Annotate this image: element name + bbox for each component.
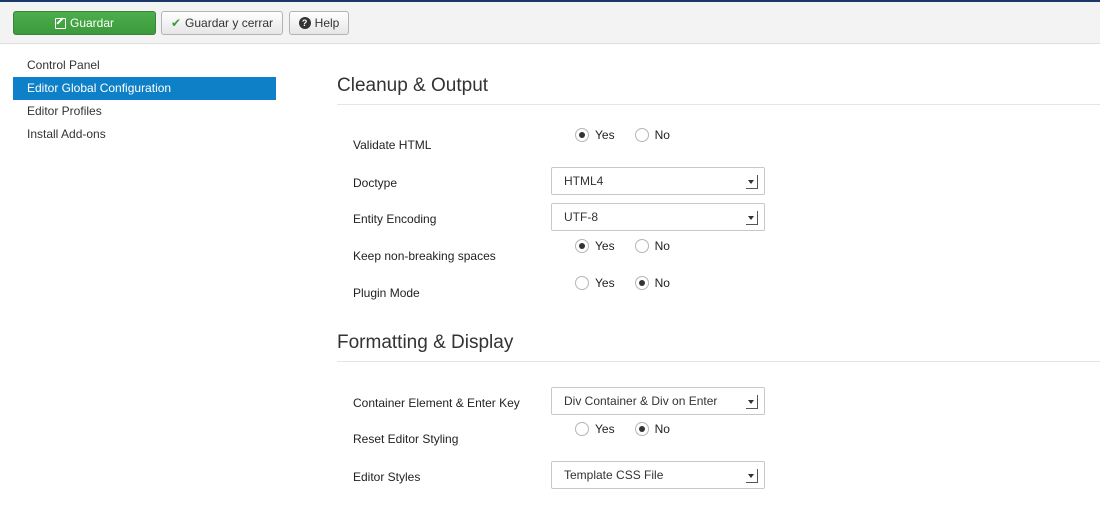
keep-nbsp-no-radio[interactable] [634, 239, 649, 253]
reset-styling-no-radio[interactable] [634, 422, 649, 436]
editor-styles-select[interactable]: Template CSS File [551, 461, 765, 489]
question-circle-icon: ? [298, 17, 311, 29]
doctype-select[interactable]: HTML4 [551, 167, 765, 195]
keep-nbsp-yes-radio[interactable] [575, 239, 589, 253]
container-element-label: Container Element & Enter Key [353, 396, 520, 410]
reset-styling-label: Reset Editor Styling [353, 432, 459, 446]
keep-nbsp-yes-option[interactable]: Yes [575, 239, 615, 253]
save-and-close-button[interactable]: ✔ Guardar y cerrar [161, 11, 283, 35]
section-divider [337, 361, 1100, 362]
validate-html-row: Validate HTML Yes No [353, 128, 1100, 158]
sidebar-item-install-add-ons[interactable]: Install Add-ons [13, 123, 276, 146]
reset-styling-no-label: No [654, 422, 670, 436]
plugin-mode-no-option[interactable]: No [634, 276, 670, 290]
validate-html-radio-group: Yes No [575, 128, 690, 142]
dropdown-arrow-icon [746, 175, 758, 189]
reset-styling-row: Reset Editor Styling Yes No [353, 422, 1100, 452]
dropdown-arrow-icon [746, 469, 758, 483]
doctype-value: HTML4 [564, 174, 604, 188]
plugin-mode-yes-option[interactable]: Yes [575, 276, 615, 290]
sidebar-item-editor-global-configuration[interactable]: Editor Global Configuration [13, 77, 276, 100]
plugin-mode-no-radio[interactable] [634, 276, 649, 290]
editor-styles-label: Editor Styles [353, 470, 421, 484]
reset-styling-yes-radio[interactable] [575, 422, 589, 436]
validate-html-yes-label: Yes [595, 128, 615, 142]
reset-styling-no-option[interactable]: No [634, 422, 670, 436]
validate-html-yes-radio[interactable] [575, 128, 589, 142]
help-label: Help [314, 16, 340, 30]
reset-styling-yes-label: Yes [595, 422, 615, 436]
save-button-label: Guardar [69, 16, 115, 30]
sidebar-nav: Control Panel Editor Global Configuratio… [13, 54, 276, 146]
save-and-close-label: Guardar y cerrar [185, 16, 274, 30]
reset-styling-radio-group: Yes No [575, 422, 690, 436]
validate-html-label: Validate HTML [353, 138, 432, 152]
validate-html-no-label: No [654, 128, 670, 142]
validate-html-yes-option[interactable]: Yes [575, 128, 615, 142]
section-title-cleanup: Cleanup & Output [337, 75, 489, 96]
sidebar-item-control-panel[interactable]: Control Panel [13, 54, 276, 77]
entity-encoding-value: UTF-8 [564, 210, 598, 224]
entity-encoding-label: Entity Encoding [353, 212, 437, 226]
keep-nbsp-radio-group: Yes No [575, 239, 690, 253]
main-content: Cleanup & Output Validate HTML Yes No Do… [337, 0, 1100, 520]
keep-nbsp-row: Keep non-breaking spaces Yes No [353, 239, 1100, 269]
section-divider [337, 104, 1100, 105]
check-icon: ✔ [170, 16, 182, 30]
entity-encoding-select[interactable]: UTF-8 [551, 203, 765, 231]
plugin-mode-radio-group: Yes No [575, 276, 690, 290]
reset-styling-yes-option[interactable]: Yes [575, 422, 615, 436]
section-title-formatting: Formatting & Display [337, 332, 514, 353]
keep-nbsp-no-label: No [654, 239, 670, 253]
plugin-mode-no-label: No [654, 276, 670, 290]
doctype-row: Doctype HTML4 [353, 167, 1100, 197]
keep-nbsp-yes-label: Yes [595, 239, 615, 253]
container-element-row: Container Element & Enter Key Div Contai… [353, 387, 1100, 417]
edit-icon [54, 17, 66, 29]
plugin-mode-yes-label: Yes [595, 276, 615, 290]
doctype-label: Doctype [353, 176, 398, 190]
editor-styles-value: Template CSS File [564, 468, 664, 482]
validate-html-no-option[interactable]: No [634, 128, 670, 142]
save-button[interactable]: Guardar [13, 11, 156, 35]
keep-nbsp-label: Keep non-breaking spaces [353, 249, 496, 263]
entity-encoding-row: Entity Encoding UTF-8 [353, 203, 1100, 233]
plugin-mode-yes-radio[interactable] [575, 276, 589, 290]
sidebar-item-editor-profiles[interactable]: Editor Profiles [13, 100, 276, 123]
dropdown-arrow-icon [746, 395, 758, 409]
validate-html-no-radio[interactable] [634, 128, 649, 142]
container-element-select[interactable]: Div Container & Div on Enter [551, 387, 765, 415]
keep-nbsp-no-option[interactable]: No [634, 239, 670, 253]
container-element-value: Div Container & Div on Enter [564, 394, 718, 408]
plugin-mode-label: Plugin Mode [353, 286, 420, 300]
plugin-mode-row: Plugin Mode Yes No [353, 276, 1100, 306]
dropdown-arrow-icon [746, 211, 758, 225]
editor-styles-row: Editor Styles Template CSS File [353, 461, 1100, 491]
